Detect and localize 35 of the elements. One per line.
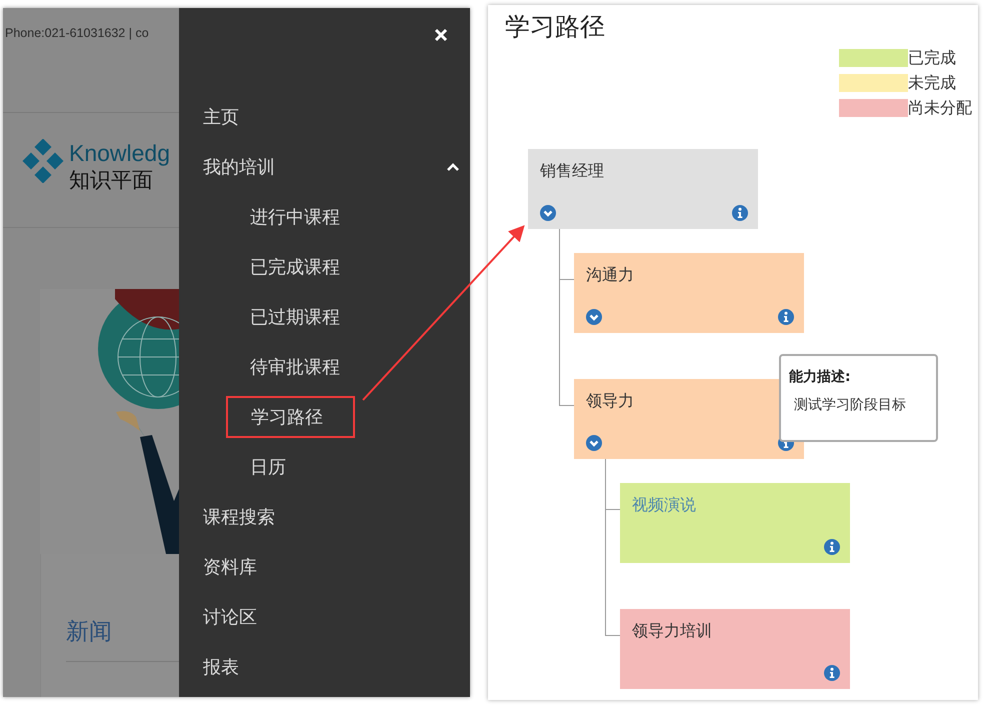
- submenu-item[interactable]: 已完成课程: [250, 255, 340, 279]
- legend-label: 已完成: [908, 49, 956, 67]
- submenu-item[interactable]: 进行中课程: [250, 205, 340, 229]
- menu-item[interactable]: 讨论区: [203, 605, 257, 629]
- submenu-item[interactable]: 已过期课程: [250, 305, 340, 329]
- page-title: 学习路径: [504, 11, 606, 43]
- menu-item[interactable]: 报表: [203, 655, 239, 679]
- menu-item[interactable]: 主页: [203, 105, 239, 129]
- logo-text: Knowledg: [69, 139, 170, 167]
- chevron-up-icon[interactable]: [446, 162, 460, 172]
- submenu-item[interactable]: 日历: [250, 455, 286, 479]
- path-node[interactable]: 销售经理: [528, 149, 758, 229]
- close-icon[interactable]: [434, 28, 448, 42]
- info-icon[interactable]: [824, 539, 840, 555]
- node-label: 领导力: [586, 391, 635, 412]
- menu-item[interactable]: 资料库: [203, 555, 257, 579]
- menu-item[interactable]: 我的培训: [203, 155, 275, 179]
- logo-subtitle: 知识平面: [69, 167, 154, 193]
- info-icon[interactable]: [778, 309, 794, 325]
- info-icon[interactable]: [824, 665, 840, 681]
- node-label: 沟通力: [586, 265, 635, 286]
- chevron-down-icon[interactable]: [586, 435, 602, 451]
- path-node[interactable]: 沟通力: [574, 253, 804, 333]
- chevron-down-icon[interactable]: [540, 205, 556, 221]
- legend-label: 尚未分配: [908, 99, 972, 117]
- menu-item[interactable]: 课程搜索: [203, 505, 275, 529]
- node-label: 领导力培训: [632, 621, 713, 642]
- info-icon[interactable]: [732, 205, 748, 221]
- chevron-down-icon[interactable]: [586, 309, 602, 325]
- node-label: 销售经理: [540, 161, 605, 182]
- path-node[interactable]: 领导力培训: [620, 609, 850, 689]
- submenu-item[interactable]: 待审批课程: [250, 355, 340, 379]
- diamond-logo-icon: [21, 139, 65, 183]
- submenu-item[interactable]: 学习路径: [226, 396, 355, 438]
- legend-label: 未完成: [908, 74, 956, 92]
